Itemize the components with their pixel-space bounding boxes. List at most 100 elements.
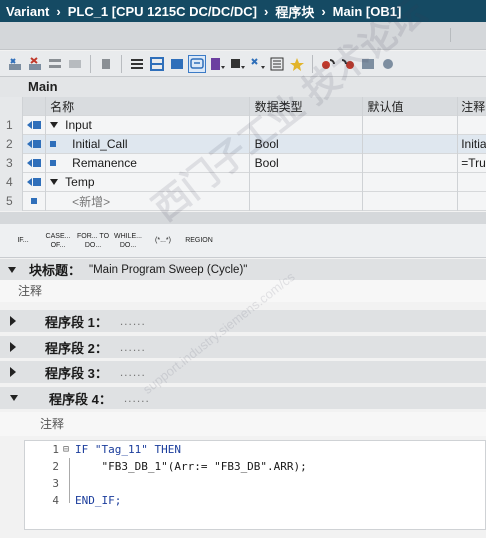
block-title-value[interactable]: "Main Program Sweep (Cycle)" [89,264,247,276]
table-cell-type[interactable]: Bool [250,134,363,154]
scl-code-editor[interactable]: 1 ⊟ IF "Tag_11" THEN 2 "FB3_DB_1"(Arr:= … [24,440,486,530]
network-4-header[interactable]: 程序段 4： ...... [0,387,486,409]
row-number: 4 [0,172,24,192]
next-error-icon[interactable] [339,55,357,73]
table-cell-name[interactable]: Input [46,115,250,135]
breadcrumb-item-variant[interactable]: Variant [6,4,49,19]
table-cell-name[interactable]: Temp [46,172,250,192]
table-cell-default[interactable] [363,191,459,211]
breadcrumb-separator-icon: › [321,3,326,19]
column-header-type[interactable]: 数据类型 [250,96,363,116]
table-row[interactable]: 1 Input [0,115,486,135]
list-view-icon[interactable] [128,55,146,73]
breadcrumb: Variant › PLC_1 [CPU 1215C DC/DC/DC] › 程… [0,0,486,22]
insert-row-icon[interactable] [6,55,24,73]
network-title[interactable]: ...... [120,365,146,379]
network-2-header[interactable]: 程序段 2： ...... [0,336,486,358]
block-interface-title: Main [0,77,486,97]
table-row[interactable]: 5 <新增> [0,191,486,211]
collapse-icon[interactable] [50,122,59,128]
table-cell-default[interactable] [363,134,459,154]
network-1-header[interactable]: 程序段 1： ...... [0,310,486,332]
expand-all-icon[interactable] [268,55,286,73]
column-header-default[interactable]: 默认值 [363,96,459,116]
network-title[interactable]: ...... [120,340,146,354]
collapse-icon[interactable] [10,395,18,401]
collapse-icon[interactable] [8,266,16,273]
absolute-operands-icon[interactable] [168,55,186,73]
breadcrumb-item-plc[interactable]: PLC_1 [CPU 1215C DC/DC/DC] [68,4,257,19]
collapse-icon[interactable] [50,179,59,185]
table-cell-comment[interactable] [458,116,486,135]
table-cell-default[interactable] [363,153,459,173]
case-instruction-button[interactable]: CASE... OF... [41,226,75,256]
table-cell-comment[interactable]: =True [458,154,486,173]
block-comment[interactable]: 注释 [0,280,486,302]
toolbar-divider [90,54,91,73]
table-cell-default[interactable] [363,115,459,135]
breadcrumb-item-program-blocks[interactable]: 程序块 [275,2,314,21]
if-instruction-button[interactable]: IF... [6,226,40,256]
insert-network-icon[interactable] [46,55,64,73]
table-cell-type[interactable] [250,191,363,211]
table-cell-name[interactable]: <新增> [46,191,250,211]
settings-icon[interactable] [379,55,397,73]
comment-toggle-icon[interactable] [188,54,206,73]
monitor-icon[interactable] [228,55,246,73]
row-number: 1 [0,115,24,135]
for-instruction-button[interactable]: FOR... TO DO... [76,226,110,256]
table-cell-comment[interactable]: Initia [458,135,486,154]
comment-instruction-button[interactable]: (*...*) [146,226,180,256]
expand-icon[interactable] [10,316,16,326]
line-number: 4 [52,494,59,507]
block-title-row[interactable]: 块标题： "Main Program Sweep (Cycle)" [0,259,486,280]
table-cell-name[interactable]: Initial_Call [46,134,250,154]
network-title[interactable]: ...... [120,314,146,328]
code-line[interactable]: 3 [25,475,485,492]
table-row[interactable]: 4 Temp [0,172,486,192]
table-cell-name[interactable]: Remanence [46,153,250,173]
code-line[interactable]: 1 ⊟ IF "Tag_11" THEN [25,441,485,458]
line-number: 1 [52,443,59,456]
while-instruction-button[interactable]: WHILE... DO... [111,226,145,256]
expand-icon[interactable] [10,342,16,352]
table-cell-type[interactable] [250,172,363,192]
network-title[interactable]: ...... [124,391,150,405]
delete-row-icon[interactable] [26,55,44,73]
splitter[interactable] [0,212,486,224]
network-3-header[interactable]: 程序段 3： ...... [0,361,486,383]
expand-icon[interactable] [10,367,16,377]
code-text[interactable]: IF "Tag_11" THEN [75,443,181,456]
network-4-comment[interactable]: 注释 [0,412,486,436]
table-cell-comment[interactable] [458,192,486,211]
code-text[interactable]: "FB3_DB_1"(Arr:= "FB3_DB".ARR); [75,460,306,473]
table-cell-type[interactable]: Bool [250,153,363,173]
scl-instruction-bar: IF... CASE... OF... FOR... TO DO... WHIL… [0,224,486,258]
call-hierarchy-icon[interactable] [248,55,266,73]
fold-toggle-icon[interactable]: ⊟ [63,444,75,455]
table-cell-comment[interactable] [458,173,486,192]
compare-icon[interactable] [359,55,377,73]
goto-error-icon[interactable] [319,55,337,73]
code-line[interactable]: 4 END_IF; [25,492,485,509]
breadcrumb-item-main-ob1[interactable]: Main [OB1] [333,4,402,19]
region-instruction-button[interactable]: REGION [181,226,217,256]
code-line[interactable]: 2 "FB3_DB_1"(Arr:= "FB3_DB".ARR); [25,458,485,475]
table-row[interactable]: 2 Initial_Call Bool Initia [0,134,486,154]
table-cell-default[interactable] [363,172,459,192]
code-text[interactable]: END_IF; [75,494,121,507]
cursor-tool-icon[interactable] [97,55,115,73]
toolbar-divider [121,54,122,73]
column-header-name[interactable]: 名称 [46,96,250,116]
table-row[interactable]: 3 Remanence Bool =True [0,153,486,173]
network-options-icon[interactable] [66,55,84,73]
network-view-icon[interactable] [148,55,166,73]
column-header-comment[interactable]: 注释 [458,97,486,116]
variable-name: Remanence [72,156,137,170]
row-number-header [0,96,24,116]
table-cell-type[interactable] [250,115,363,135]
highlight-icon[interactable] [288,55,306,73]
window-controls[interactable] [450,28,484,42]
add-new-placeholder[interactable]: <新增> [72,193,110,210]
favorites-icon[interactable] [208,55,226,73]
